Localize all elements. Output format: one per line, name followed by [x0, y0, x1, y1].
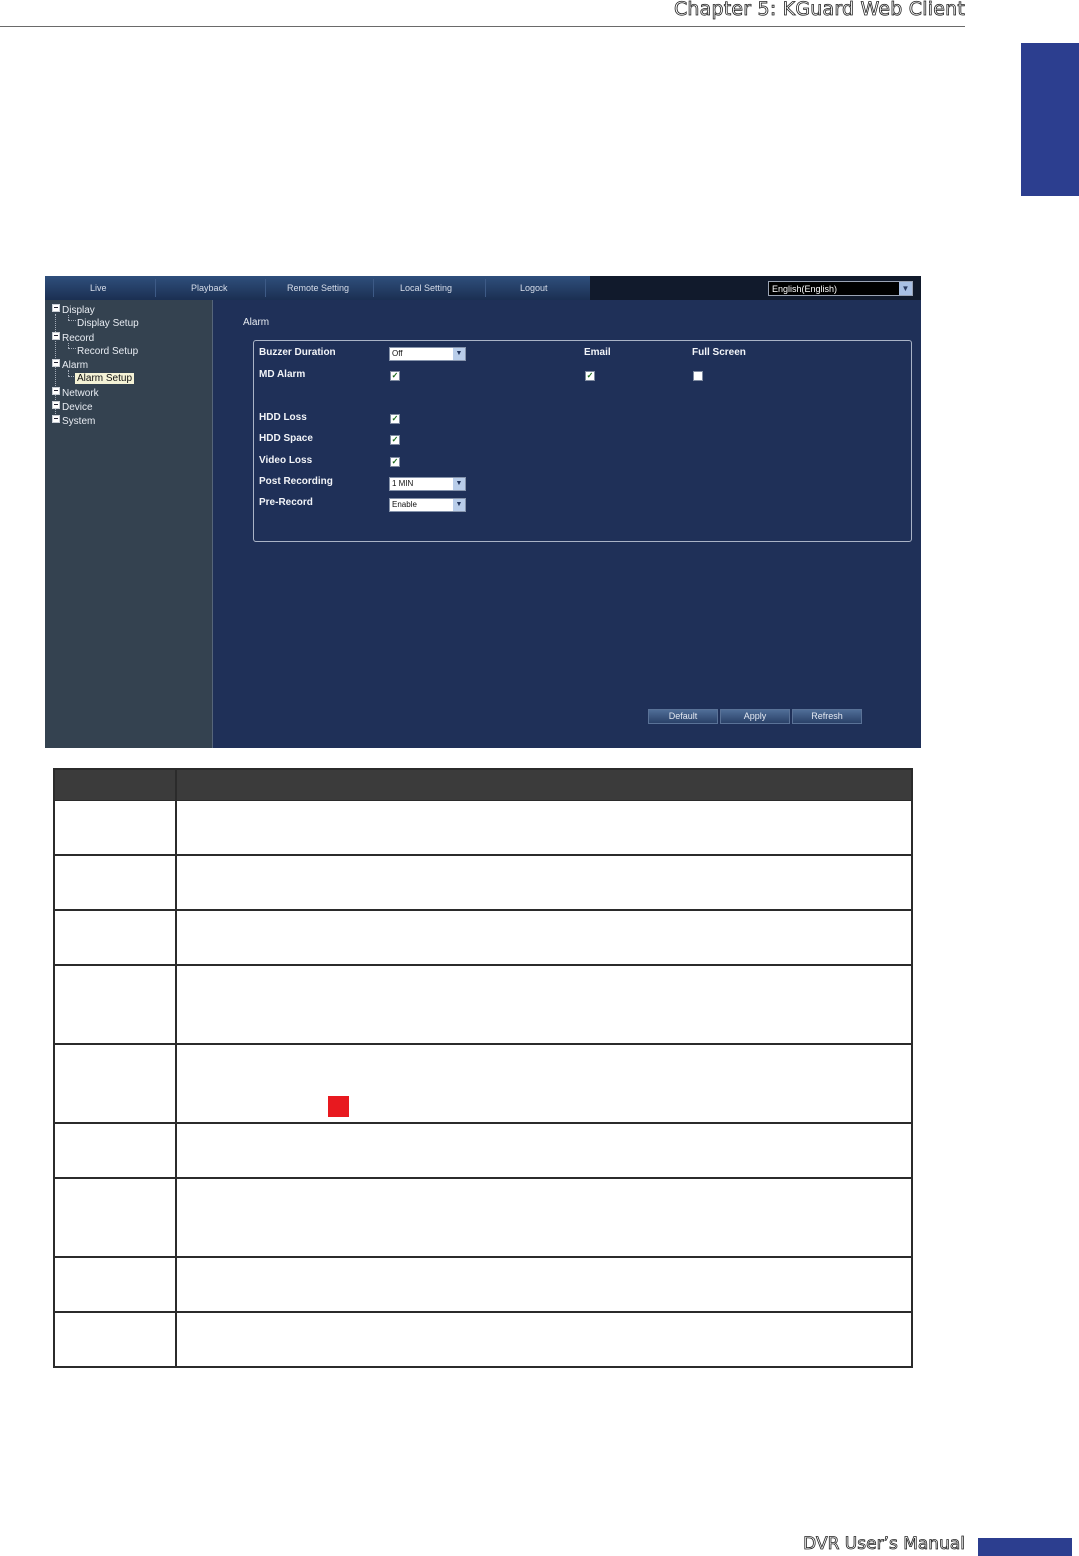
md-alarm-label: MD Alarm [259, 369, 306, 380]
nav-separator [485, 279, 486, 297]
hdd-space-label: HDD Space [259, 433, 313, 444]
page-number-tab [978, 1538, 1072, 1556]
chevron-down-icon[interactable]: ▼ [453, 499, 465, 511]
post-recording-select[interactable]: 1 MIN ▼ [389, 477, 466, 491]
email-checkbox[interactable]: ✓ [585, 371, 595, 381]
tree-item-alarm[interactable]: Alarm [52, 359, 88, 371]
hdd-loss-label: HDD Loss [259, 412, 307, 423]
collapse-icon[interactable] [52, 359, 60, 367]
full-screen-checkbox[interactable] [693, 371, 703, 381]
collapse-icon[interactable] [52, 332, 60, 340]
language-side-tab [1021, 43, 1079, 196]
table-row [55, 1258, 911, 1313]
full-screen-label: Full Screen [692, 347, 746, 358]
top-nav-bar: Live Playback Remote Setting Local Setti… [45, 276, 590, 300]
collapse-icon[interactable] [52, 304, 60, 312]
md-alarm-checkbox[interactable]: ✓ [390, 371, 400, 381]
expand-icon[interactable] [52, 415, 60, 423]
pre-record-select[interactable]: Enable ▼ [389, 498, 466, 512]
nav-remote-setting[interactable]: Remote Setting [287, 283, 349, 293]
pre-record-value: Enable [392, 500, 417, 509]
tree-item-display-setup[interactable]: Display Setup [77, 318, 139, 329]
tree-item-record[interactable]: Record [52, 332, 94, 344]
language-value: English(English) [772, 284, 838, 294]
table-row [55, 1179, 911, 1258]
tree-line [68, 348, 76, 349]
default-button[interactable]: Default [648, 709, 718, 724]
alarm-settings-group [253, 340, 912, 542]
apply-button[interactable]: Apply [720, 709, 790, 724]
expand-icon[interactable] [52, 387, 60, 395]
tree-item-device[interactable]: Device [52, 401, 93, 413]
nav-separator [155, 279, 156, 297]
expand-icon[interactable] [52, 401, 60, 409]
table-header-row [55, 770, 911, 801]
post-recording-value: 1 MIN [392, 479, 414, 488]
chapter-title: Chapter 5: KGuard Web Client [673, 0, 966, 20]
web-client-window: Live Playback Remote Setting Local Setti… [45, 276, 921, 748]
panel-title: Alarm [243, 317, 270, 328]
page-footer: DVR User’s Manual [0, 1530, 1079, 1556]
table-row [55, 856, 911, 911]
table-row [55, 1313, 911, 1366]
pre-record-label: Pre-Record [259, 497, 313, 508]
post-recording-label: Post Recording [259, 476, 333, 487]
video-loss-checkbox[interactable]: ✓ [390, 457, 400, 467]
nav-playback[interactable]: Playback [191, 283, 228, 293]
tree-item-system[interactable]: System [52, 415, 95, 427]
video-loss-label: Video Loss [259, 455, 313, 466]
chevron-down-icon[interactable]: ▼ [453, 478, 465, 490]
refresh-button[interactable]: Refresh [792, 709, 862, 724]
nav-live[interactable]: Live [90, 283, 107, 293]
table-row [55, 911, 911, 966]
language-select[interactable]: English(English) ▼ [768, 281, 913, 296]
email-label: Email [584, 347, 611, 358]
tree-item-network[interactable]: Network [52, 387, 99, 399]
table-row [55, 1045, 911, 1124]
description-table [53, 768, 913, 1368]
chevron-down-icon[interactable]: ▼ [453, 348, 465, 360]
settings-tree: Display Display Setup Record Record Setu… [45, 300, 213, 748]
nav-separator [265, 279, 266, 297]
hdd-space-checkbox[interactable]: ✓ [390, 435, 400, 445]
tree-item-record-setup[interactable]: Record Setup [77, 346, 138, 357]
nav-separator [373, 279, 374, 297]
buzzer-duration-label: Buzzer Duration [259, 347, 336, 358]
buzzer-duration-value: Off [392, 349, 403, 358]
nav-logout[interactable]: Logout [520, 283, 548, 293]
nav-local-setting[interactable]: Local Setting [400, 283, 452, 293]
hdd-loss-checkbox[interactable]: ✓ [390, 414, 400, 424]
chevron-down-icon[interactable]: ▼ [899, 282, 912, 295]
manual-title: DVR User’s Manual [803, 1534, 966, 1555]
tree-line [68, 320, 76, 321]
table-row [55, 800, 911, 856]
tree-item-display[interactable]: Display [52, 304, 95, 316]
table-row [55, 966, 911, 1045]
page-header: Chapter 5: KGuard Web Client [0, 0, 965, 27]
red-square-icon [328, 1096, 349, 1117]
buzzer-duration-select[interactable]: Off ▼ [389, 347, 466, 361]
table-row [55, 1124, 911, 1179]
tree-item-alarm-setup[interactable]: Alarm Setup [75, 373, 135, 384]
